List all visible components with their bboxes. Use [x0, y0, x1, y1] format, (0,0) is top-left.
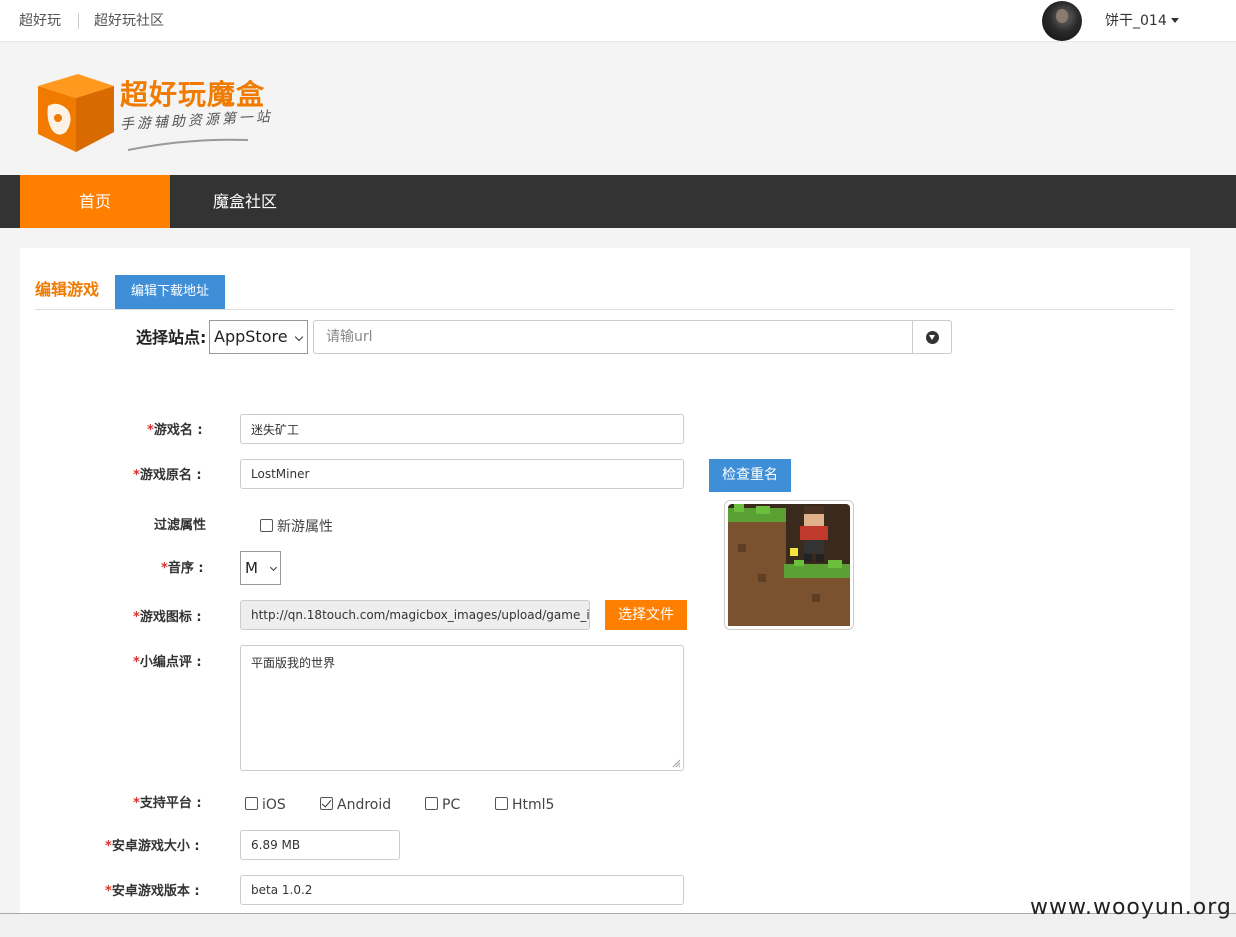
logo-title: 超好玩魔盒	[120, 78, 266, 111]
avatar[interactable]	[1042, 1, 1082, 41]
top-link-home[interactable]: 超好玩	[19, 13, 61, 29]
logo-swoosh	[128, 138, 248, 151]
chevron-down-icon	[294, 332, 304, 342]
editor-review-textarea[interactable]: 平面版我的世界	[240, 645, 684, 771]
username-label: 饼干_014	[1105, 13, 1167, 29]
user-menu[interactable]: 饼干_014	[1105, 13, 1179, 29]
resize-grip-icon[interactable]	[672, 759, 681, 768]
platform-ios-label: iOS	[262, 797, 286, 813]
site-select-value: AppStore	[214, 327, 288, 346]
tab-divider	[35, 309, 1174, 310]
top-link-community[interactable]: 超好玩社区	[94, 13, 164, 29]
top-separator	[78, 13, 79, 29]
android-version-input[interactable]	[240, 875, 684, 905]
platform-html5-label: Html5	[512, 797, 555, 813]
game-icon-image	[728, 504, 850, 626]
platform-label: *支持平台 :	[133, 796, 202, 811]
fetch-url-button[interactable]	[912, 320, 952, 354]
platform-pc-label: PC	[442, 797, 461, 813]
game-icon-preview	[724, 500, 854, 630]
chevron-down-icon	[269, 563, 278, 572]
game-icon-label: *游戏图标 :	[133, 610, 202, 625]
nav-home[interactable]: 首页	[20, 175, 170, 228]
site-label: 选择站点:	[136, 328, 207, 347]
choose-file-button[interactable]: 选择文件	[605, 600, 687, 630]
check-duplicate-button[interactable]: 检查重名	[709, 459, 791, 492]
sort-label: *音序 :	[161, 561, 204, 576]
game-name-input[interactable]	[240, 414, 684, 444]
tab-edit-download[interactable]: 编辑下载地址	[115, 275, 225, 309]
top-bar: 超好玩 超好玩社区 饼干_014	[0, 0, 1236, 42]
platform-android-checkbox[interactable]	[320, 797, 333, 810]
platform-pc-checkbox[interactable]	[425, 797, 438, 810]
caret-down-icon	[1170, 18, 1179, 23]
main-nav: 首页 魔盒社区	[0, 175, 1236, 228]
new-attr-label: 新游属性	[277, 519, 333, 535]
original-name-label: *游戏原名 :	[133, 468, 202, 483]
nav-community[interactable]: 魔盒社区	[190, 175, 300, 228]
sort-select[interactable]: M	[240, 551, 281, 585]
original-name-input[interactable]	[240, 459, 684, 489]
android-size-label: *安卓游戏大小 :	[105, 839, 200, 854]
site-select[interactable]: AppStore	[209, 320, 308, 354]
game-name-label: *游戏名 :	[147, 423, 203, 438]
android-size-input[interactable]	[240, 830, 400, 860]
new-attr-checkbox[interactable]	[260, 519, 273, 532]
platform-android-label: Android	[337, 797, 392, 813]
android-version-label: *安卓游戏版本 :	[105, 884, 200, 899]
watermark: www.wooyun.org	[1030, 895, 1232, 920]
game-icon-url-input[interactable]	[240, 600, 590, 630]
url-input[interactable]	[313, 320, 913, 354]
platform-ios-checkbox[interactable]	[245, 797, 258, 810]
sort-select-value: M	[245, 559, 258, 577]
filter-label: 过滤属性	[154, 518, 207, 533]
tab-edit-game[interactable]: 编辑游戏	[35, 280, 99, 300]
editor-review-label: *小编点评 :	[133, 655, 202, 670]
download-circle-icon	[926, 331, 939, 344]
platform-html5-checkbox[interactable]	[495, 797, 508, 810]
